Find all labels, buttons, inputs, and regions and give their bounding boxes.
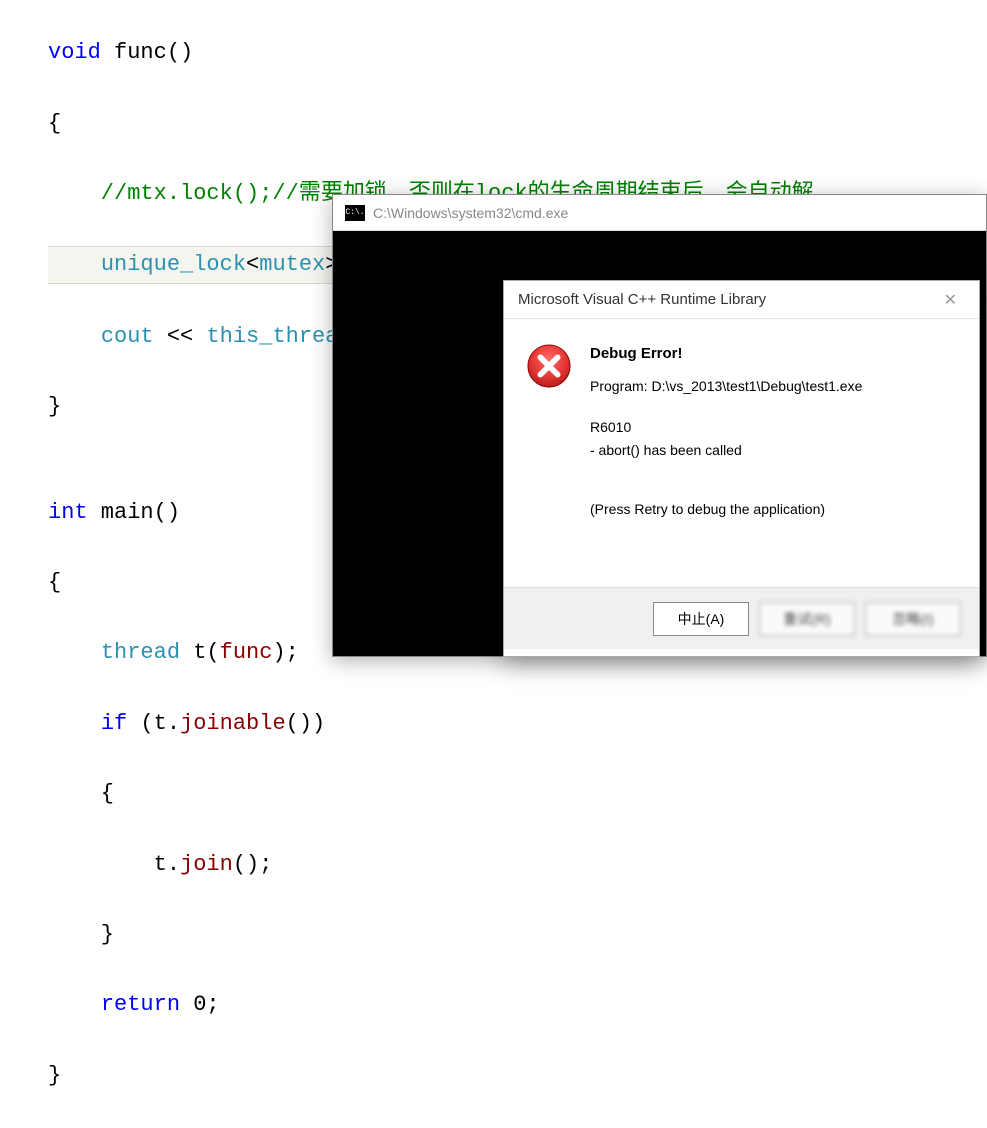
keyword: void — [48, 40, 101, 65]
keyword: return — [101, 992, 180, 1017]
error-abort: - abort() has been called — [590, 440, 862, 461]
function-name: main — [88, 500, 154, 525]
code-line: return 0; — [48, 987, 987, 1022]
cmd-icon: C:\. — [345, 205, 365, 221]
parens: () — [167, 40, 193, 65]
keyword: int — [48, 500, 88, 525]
identifier: func — [220, 640, 273, 665]
code-line: void func() — [48, 35, 987, 70]
method: joinable — [180, 711, 286, 736]
type: thread — [101, 640, 180, 665]
type: unique_lock — [101, 252, 246, 277]
namespace: this_thread — [206, 324, 351, 349]
dialog-titlebar[interactable]: Microsoft Visual C++ Runtime Library ✕ — [504, 281, 979, 319]
error-title: Debug Error! — [590, 343, 862, 366]
code-line: if (t.joinable()) — [48, 706, 987, 741]
code-line: { — [48, 776, 987, 811]
abort-button[interactable]: 中止(A) — [653, 602, 749, 636]
keyword: if — [101, 711, 127, 736]
identifier: cout — [101, 324, 154, 349]
code-line: } — [48, 917, 987, 952]
error-code: R6010 — [590, 417, 862, 438]
retry-button[interactable]: 重试(R) — [759, 602, 855, 636]
error-icon — [526, 343, 572, 389]
code-line: } — [48, 1058, 987, 1093]
dialog-title: Microsoft Visual C++ Runtime Library — [518, 291, 766, 308]
type: mutex — [259, 252, 325, 277]
dialog-text: Debug Error! Program: D:\vs_2013\test1\D… — [590, 343, 862, 569]
error-dialog[interactable]: Microsoft Visual C++ Runtime Library ✕ D… — [503, 280, 980, 657]
cmd-titlebar[interactable]: C:\. C:\Windows\system32\cmd.exe — [333, 195, 986, 231]
error-retry-hint: (Press Retry to debug the application) — [590, 499, 862, 520]
function-name: func — [101, 40, 167, 65]
cmd-title: C:\Windows\system32\cmd.exe — [373, 205, 568, 221]
code-line: { — [48, 106, 987, 141]
error-program: Program: D:\vs_2013\test1\Debug\test1.ex… — [590, 376, 862, 397]
dialog-body: Debug Error! Program: D:\vs_2013\test1\D… — [504, 319, 979, 587]
ignore-button[interactable]: 忽略(I) — [865, 602, 961, 636]
close-icon[interactable]: ✕ — [936, 286, 965, 314]
method: join — [180, 852, 233, 877]
dialog-buttons: 中止(A) 重试(R) 忽略(I) — [504, 587, 979, 649]
code-line: t.join(); — [48, 847, 987, 882]
